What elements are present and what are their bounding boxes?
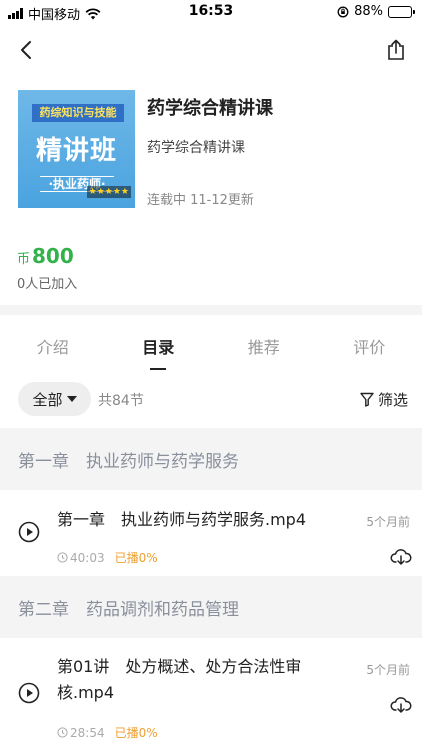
all-dropdown-label: 全部 <box>32 390 63 409</box>
tab-catalog[interactable]: 目录 <box>106 320 212 370</box>
status-bar: 中国移动 16:53 88% <box>0 0 422 24</box>
course-subtitle: 药学综合精讲课 <box>147 140 245 156</box>
lesson-duration: 40:03 <box>57 551 105 565</box>
tab-recommend[interactable]: 推荐 <box>211 320 317 370</box>
back-button[interactable] <box>12 36 40 64</box>
clock-icon <box>57 552 68 563</box>
lesson-meta: 40:03 已播0% <box>57 549 158 566</box>
share-icon <box>388 39 404 60</box>
filter-row: 全部 共84节 筛选 <box>0 380 422 420</box>
lesson-title-line1: 第01讲 处方概述、处方合法性审 <box>57 657 302 676</box>
played-progress: 已播0% <box>114 551 158 565</box>
price-amount: 800 <box>32 244 74 268</box>
caret-down-icon <box>66 396 77 402</box>
chapter-header[interactable]: 第二章 药品调剂和药品管理 <box>0 576 422 638</box>
tab-reviews[interactable]: 评价 <box>317 320 422 370</box>
lesson-count: 共84节 <box>98 393 144 409</box>
lesson-item[interactable]: 第01讲 处方概述、处方合法性审 核.mp4 5个月前 28:54 已播0% <box>0 638 422 750</box>
duration-text: 40:03 <box>70 550 105 565</box>
cover-top-text: 药综知识与技能 <box>32 104 124 122</box>
lesson-item[interactable]: 第一章 执业药师与药学服务.mp4 5个月前 40:03 已播0% <box>0 490 422 576</box>
joined-count: 0人已加入 <box>17 277 78 292</box>
filter-button[interactable]: 筛选 <box>360 389 408 410</box>
lesson-duration: 28:54 <box>57 726 105 740</box>
course-price: 币 800 <box>17 244 74 268</box>
clock-icon <box>57 727 68 738</box>
play-icon[interactable] <box>18 521 40 543</box>
tab-bar: 介绍 目录 推荐 评价 <box>0 320 422 370</box>
course-cover-image: 药综知识与技能 精讲班 ·执业药师· ★★★★★ <box>18 90 135 208</box>
download-icon[interactable] <box>390 696 412 714</box>
cover-main-text: 精讲班 <box>35 136 117 166</box>
section-divider <box>0 305 422 315</box>
status-right: 88% <box>337 4 415 19</box>
lesson-meta: 28:54 已播0% <box>57 724 158 741</box>
lesson-title: 第01讲 处方概述、处方合法性审 核.mp4 <box>57 654 301 706</box>
download-icon[interactable] <box>390 548 412 566</box>
lesson-date: 5个月前 <box>366 663 410 677</box>
battery-percent: 88% <box>354 4 383 19</box>
orientation-lock-icon <box>337 6 349 17</box>
course-title: 药学综合精讲课 <box>147 98 273 119</box>
all-dropdown[interactable]: 全部 <box>18 382 91 416</box>
filter-label: 筛选 <box>377 391 408 409</box>
nav-bar <box>0 30 422 70</box>
tab-intro[interactable]: 介绍 <box>0 320 106 370</box>
course-update-status: 连载中 11-12更新 <box>147 193 254 208</box>
play-icon[interactable] <box>18 682 40 704</box>
share-button[interactable] <box>382 36 410 64</box>
duration-text: 28:54 <box>70 725 105 740</box>
lesson-title: 第一章 执业药师与药学服务.mp4 <box>57 510 307 529</box>
chapter-header[interactable]: 第一章 执业药师与药学服务 <box>0 428 422 490</box>
coin-label: 币 <box>17 252 31 267</box>
lesson-date: 5个月前 <box>366 515 410 529</box>
cover-stars: ★★★★★ <box>86 186 131 198</box>
played-progress: 已播0% <box>114 726 158 740</box>
back-arrow-icon <box>21 41 31 59</box>
battery-icon <box>388 5 415 18</box>
lesson-title-line2: 核.mp4 <box>57 683 115 702</box>
funnel-icon <box>360 392 374 407</box>
